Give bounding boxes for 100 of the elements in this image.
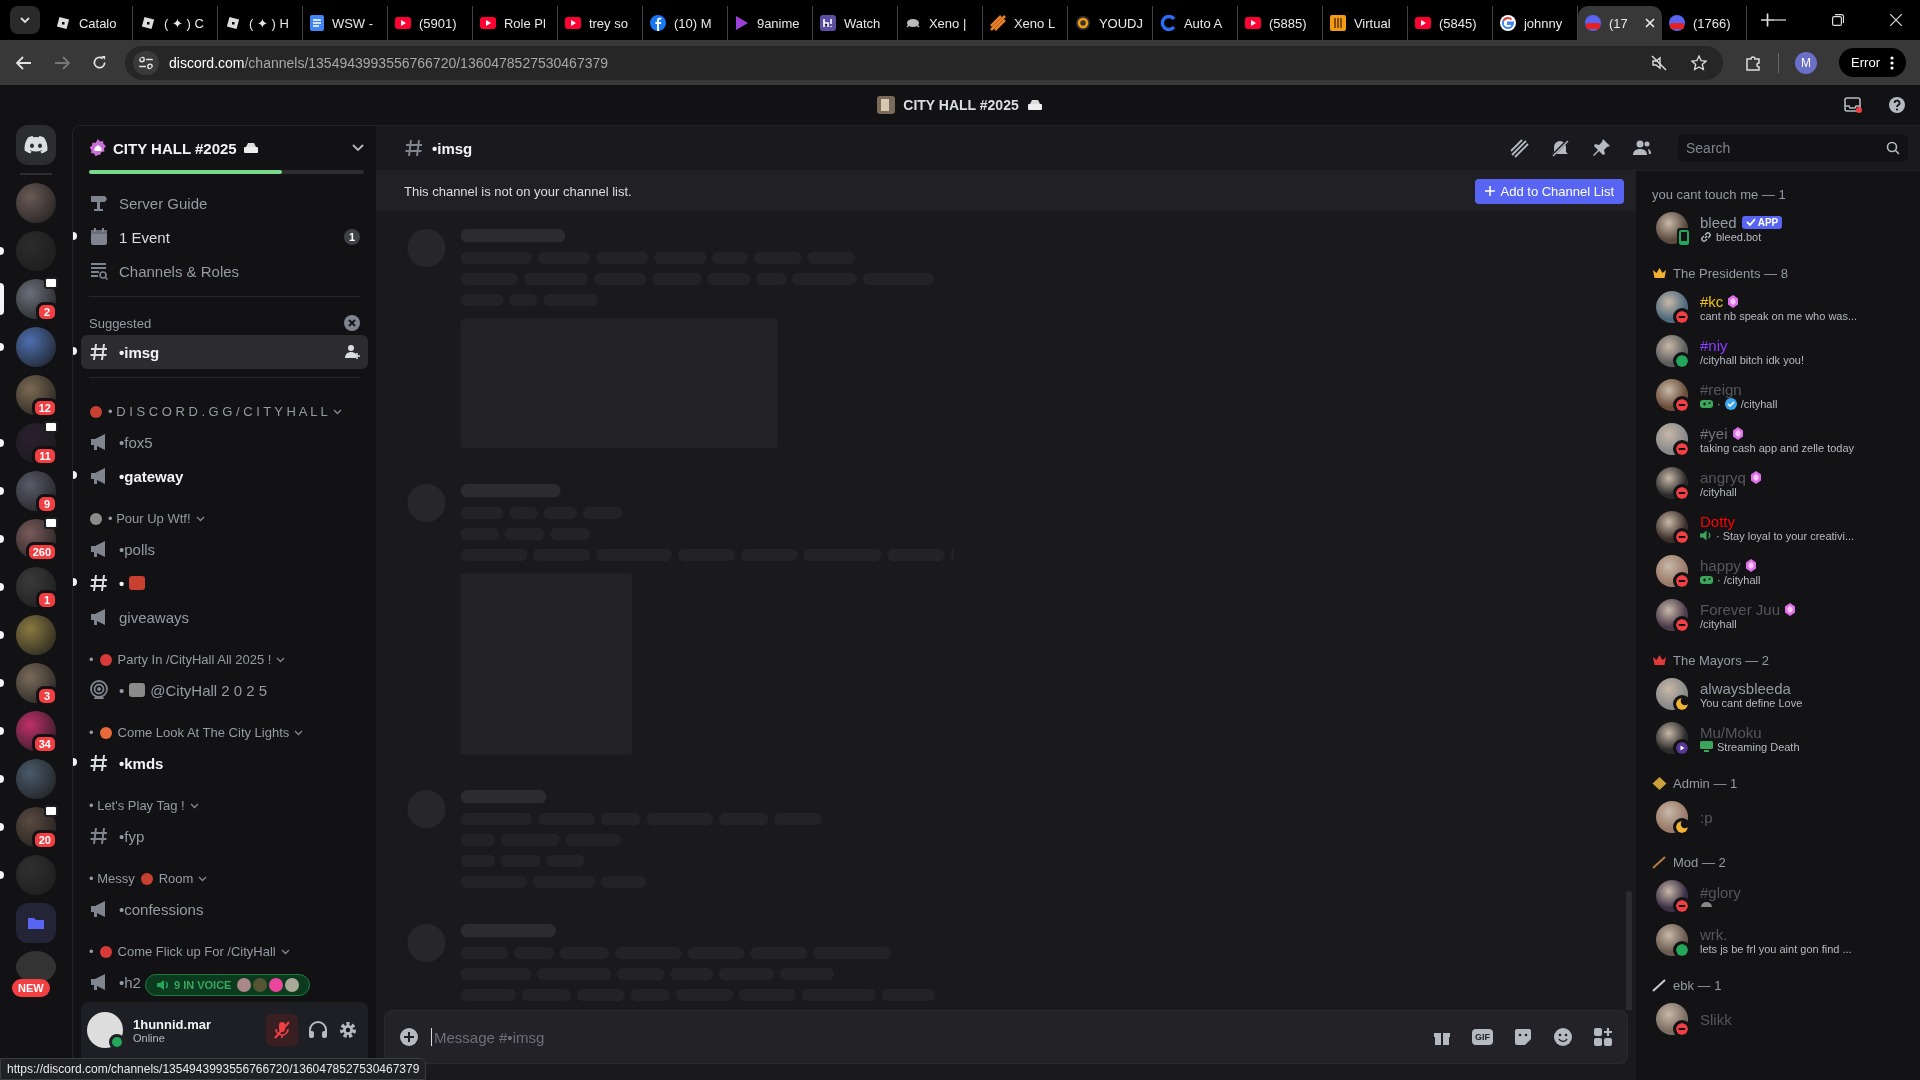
category-name[interactable]: • Let's Play Tag ! xyxy=(89,798,185,813)
channel-item[interactable]: •kmds xyxy=(81,746,168,780)
tab-search-button[interactable] xyxy=(10,6,40,34)
more-icon[interactable] xyxy=(1890,55,1894,70)
emoji-icon[interactable] xyxy=(1553,1027,1573,1047)
member-activity: cant nb speak on me who was... xyxy=(1700,309,1858,322)
add-icon[interactable] xyxy=(399,1027,419,1047)
apps-icon[interactable] xyxy=(1593,1027,1613,1047)
add-member-icon[interactable] xyxy=(344,344,360,360)
error-button[interactable]: Error xyxy=(1839,48,1906,77)
sidebar-item[interactable]: Server Guide xyxy=(81,186,368,220)
mention-badge: 9 xyxy=(36,494,58,514)
channel-name: •fyp xyxy=(119,827,145,845)
category-name[interactable]: • Messy xyxy=(89,871,135,886)
search-field[interactable]: Search xyxy=(1678,134,1908,162)
threads-icon[interactable] xyxy=(1509,138,1529,158)
home-button[interactable] xyxy=(16,125,56,165)
member-item[interactable]: Forever Juu /cityhall xyxy=(1644,593,1912,637)
chevron-down-icon[interactable] xyxy=(195,515,205,522)
muted-bell-icon[interactable] xyxy=(1550,138,1570,158)
category-name[interactable]: • xyxy=(89,652,94,667)
voice-activity-pill[interactable]: 9 IN VOICE xyxy=(145,974,311,996)
member-item[interactable]: Mu/Moku Streaming Death xyxy=(1644,716,1912,760)
channel-item[interactable]: •confessions xyxy=(81,892,208,926)
help-icon[interactable] xyxy=(1888,96,1906,114)
restore-icon[interactable] xyxy=(1832,14,1844,26)
sticker-icon[interactable] xyxy=(1513,1027,1533,1047)
document-icon xyxy=(309,15,324,31)
chevron-down-icon[interactable] xyxy=(280,948,290,955)
member-name: Forever Juu xyxy=(1700,600,1781,618)
member-item[interactable]: happy · /cityhall xyxy=(1644,549,1912,593)
sidebar-item[interactable]: Channels & Roles xyxy=(81,254,368,288)
category-name[interactable]: • Pour Up Wtf! xyxy=(108,511,191,526)
category-name[interactable]: Room xyxy=(158,871,194,886)
star-icon[interactable] xyxy=(1691,54,1708,71)
category-name[interactable]: Come Look At The City Lights xyxy=(117,725,290,740)
channel-item[interactable]: • @CityHall 2 0 2 5 xyxy=(81,673,272,707)
close-icon[interactable] xyxy=(1890,14,1902,26)
reload-icon[interactable] xyxy=(92,55,107,70)
sidebar-item[interactable]: 1 Event 1 xyxy=(81,220,368,254)
dismiss-icon[interactable] xyxy=(344,315,360,331)
emoji-icon xyxy=(98,725,113,740)
new-tab-icon[interactable] xyxy=(1760,13,1774,27)
channel-item[interactable]: giveaways xyxy=(81,600,194,634)
member-item[interactable]: wrk. lets js be frl you aint gon find ... xyxy=(1644,918,1912,962)
pin-icon[interactable] xyxy=(1591,138,1611,158)
member-item[interactable]: Dotty · Stay loyal to your creativi... xyxy=(1644,505,1912,549)
emoji-icon xyxy=(98,652,113,667)
chevron-down-icon[interactable] xyxy=(276,656,286,663)
category-name[interactable]: • xyxy=(89,944,94,959)
forward-icon[interactable] xyxy=(54,55,70,70)
member-item[interactable]: #niy /cityhall bitch idk you! xyxy=(1644,329,1912,373)
members-icon[interactable] xyxy=(1632,138,1652,158)
verified-icon xyxy=(1724,397,1737,410)
category-name[interactable]: • xyxy=(89,725,94,740)
category-name[interactable]: Party In /CityHall All 2025 ! xyxy=(117,652,272,667)
channel-item[interactable]: • xyxy=(81,566,150,600)
member-item[interactable]: angryq /cityhall xyxy=(1644,461,1912,505)
channel-name: @CityHall 2 0 2 5 xyxy=(150,681,268,699)
chevron-down-icon[interactable] xyxy=(332,408,342,415)
arc-icon xyxy=(1159,15,1176,31)
diamond-icon xyxy=(1652,777,1667,790)
member-item[interactable]: alwaysbleeda You cant define Love xyxy=(1644,672,1912,716)
muted-speaker-icon[interactable] xyxy=(1651,54,1668,71)
close-icon[interactable] xyxy=(1644,18,1655,28)
address-bar[interactable]: discord.com/channels/1354943993556766720/1360478527530467379 xyxy=(125,45,1724,80)
chevron-down-icon[interactable] xyxy=(294,729,304,736)
server-folder[interactable] xyxy=(16,903,56,943)
browser-tab[interactable]: (17 xyxy=(1577,6,1662,40)
chevron-down-icon[interactable] xyxy=(198,875,208,882)
server-name[interactable]: CITY HALL #2025 xyxy=(113,139,237,157)
channel-item[interactable]: •h2 xyxy=(81,965,145,999)
member-item[interactable]: bleed APP bleed.bot xyxy=(1644,206,1912,250)
add-to-channel-list-button[interactable]: Add to Channel List xyxy=(1474,178,1624,204)
channel-item[interactable]: •fyp xyxy=(81,819,149,853)
multicolor-circle-icon xyxy=(1499,15,1516,31)
site-settings-icon[interactable] xyxy=(133,50,159,75)
message-field[interactable]: Message #•imsg GIF xyxy=(384,1010,1628,1064)
avatar[interactable] xyxy=(87,1012,123,1048)
member-item[interactable]: #kc cant nb speak on me who was... xyxy=(1644,285,1912,329)
mute-button[interactable] xyxy=(266,1014,298,1046)
channel-item[interactable]: •fox5 xyxy=(81,425,157,459)
gif-button[interactable]: GIF xyxy=(1472,1029,1493,1045)
back-icon[interactable] xyxy=(16,55,32,70)
profile-avatar[interactable]: M xyxy=(1795,51,1818,74)
puzzle-icon[interactable] xyxy=(1745,54,1763,71)
avatar xyxy=(237,978,252,992)
chevron-down-icon[interactable] xyxy=(352,144,364,152)
emoji-icon xyxy=(98,944,113,959)
member-item[interactable]: #reign · /cityhall xyxy=(1644,373,1912,417)
inbox-icon[interactable] xyxy=(1844,96,1862,114)
category-name[interactable]: Come Flick up For /CityHall xyxy=(117,944,276,959)
channel-item[interactable]: •gateway xyxy=(81,459,188,493)
channel-item[interactable]: •polls xyxy=(81,532,160,566)
member-name: angryq xyxy=(1700,468,1746,486)
chevron-down-icon[interactable] xyxy=(189,802,199,809)
settings-icon[interactable] xyxy=(338,1020,358,1040)
member-item[interactable]: #yei taking cash app and zelle today xyxy=(1644,417,1912,461)
headphones-icon[interactable] xyxy=(308,1020,328,1040)
category-name[interactable]: • D I S C O R D . G G / C I T Y H A L L xyxy=(108,404,328,419)
